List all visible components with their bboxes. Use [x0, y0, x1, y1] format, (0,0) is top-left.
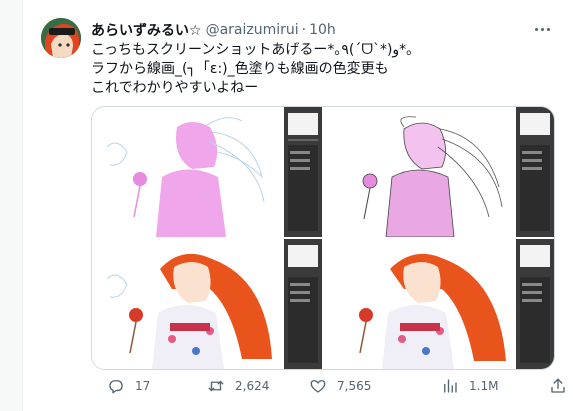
- tweet-actions: 17 2,624 7,565 1.1M: [91, 376, 565, 396]
- reply-button[interactable]: 17: [107, 376, 150, 396]
- reply-icon: [109, 380, 123, 394]
- media-image-rough-sketch[interactable]: [92, 107, 322, 237]
- media-image-color-in-progress[interactable]: [92, 239, 322, 369]
- display-name[interactable]: あらいずみるい☆: [91, 20, 202, 40]
- tweet-header: あらいずみるい☆ @araizumirui · 10h: [91, 20, 336, 40]
- view-count: 1.1M: [469, 379, 499, 393]
- more-icon[interactable]: [531, 18, 553, 40]
- user-handle[interactable]: @araizumirui: [206, 22, 299, 38]
- retweet-count: 2,624: [235, 379, 270, 393]
- avatar[interactable]: [41, 18, 81, 58]
- views-chart-icon: [444, 379, 457, 393]
- media-grid: [91, 106, 555, 370]
- tweet-card[interactable]: あらいずみるい☆ @araizumirui · 10h こっちもスクリーンショッ…: [22, 0, 573, 411]
- timestamp[interactable]: 10h: [309, 22, 336, 38]
- like-button[interactable]: 7,565: [309, 376, 371, 396]
- retweet-button[interactable]: 2,624: [207, 376, 269, 396]
- retweet-icon: [208, 380, 224, 392]
- reply-count: 17: [135, 379, 151, 393]
- media-image-color-final[interactable]: [324, 239, 554, 369]
- separator-dot: ·: [301, 22, 307, 38]
- media-image-line-art[interactable]: [324, 107, 554, 237]
- share-icon: [551, 378, 565, 393]
- heart-icon: [310, 380, 326, 393]
- views-button[interactable]: 1.1M: [441, 376, 498, 396]
- share-button[interactable]: [549, 376, 567, 396]
- tweet-text: こっちもスクリーンショットあげるー*｡٩(ˊᗜˋ*)و*｡ ラフから線画_(┐「…: [91, 42, 414, 96]
- like-count: 7,565: [337, 379, 372, 393]
